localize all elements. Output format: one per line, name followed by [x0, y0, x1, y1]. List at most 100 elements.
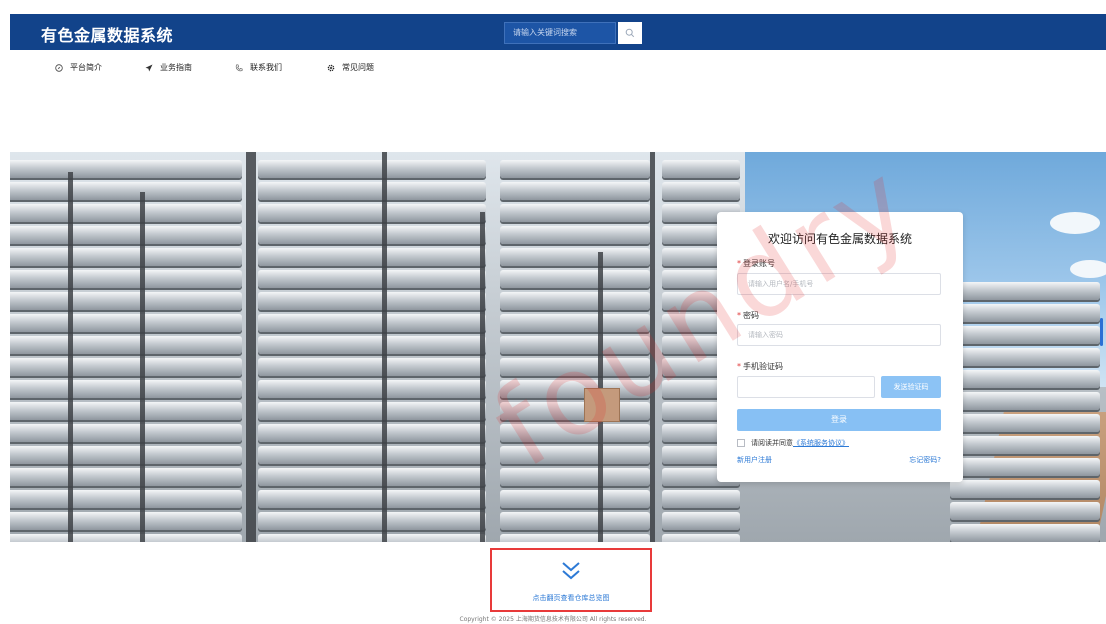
ingot-row	[10, 358, 242, 376]
scroll-indicator[interactable]	[1100, 318, 1103, 346]
ingot-row	[10, 314, 242, 332]
ingot-row	[258, 204, 486, 222]
ingot-row	[10, 182, 242, 200]
account-input[interactable]: 请输入用户名/手机号	[737, 273, 941, 295]
compass-icon	[55, 63, 63, 72]
ingot-row	[500, 160, 650, 178]
page: 有色金属数据系统 请输入关键词搜索 平台简介 业务指南 联系我们 常见问题 欢迎…	[0, 0, 1106, 624]
ingot-row	[662, 534, 740, 542]
sms-code-label-text: 手机验证码	[743, 362, 783, 371]
ingot-row	[500, 204, 650, 222]
ingot-row	[258, 314, 486, 332]
ingot-row	[258, 512, 486, 530]
ingot-row	[500, 512, 650, 530]
ingot-row	[500, 380, 650, 398]
ingot-row	[10, 468, 242, 486]
agreement-text: 请阅读并同意	[751, 439, 793, 447]
required-mark: *	[737, 362, 741, 371]
ingot-row	[258, 424, 486, 442]
nav-item-guide[interactable]: 业务指南	[145, 62, 192, 73]
ingot-row	[10, 204, 242, 222]
password-label-text: 密码	[743, 311, 759, 320]
ingot-row	[662, 160, 740, 178]
ingot-row	[950, 480, 1100, 498]
ingot-row	[10, 402, 242, 420]
ingot-row	[950, 304, 1100, 322]
view-overview-text: 点击翻页查看仓库总览图	[532, 594, 610, 602]
steel-strap	[246, 152, 256, 542]
nav-item-faq[interactable]: 常见问题	[327, 62, 374, 73]
steel-strap	[68, 172, 73, 542]
cargo-label-tag	[584, 388, 620, 422]
ingot-row	[500, 468, 650, 486]
send-code-button[interactable]: 发送验证码	[881, 376, 941, 398]
send-icon	[145, 64, 153, 71]
steel-strap	[650, 152, 655, 542]
view-overview-button[interactable]: 点击翻页查看仓库总览图	[490, 548, 652, 612]
ingot-row	[10, 534, 242, 542]
top-header: 有色金属数据系统 请输入关键词搜索	[10, 14, 1106, 50]
login-button[interactable]: 登录	[737, 409, 941, 431]
steel-strap	[382, 152, 387, 542]
login-title: 欢迎访问有色金属数据系统	[767, 232, 912, 246]
ingot-row	[258, 468, 486, 486]
ingot-row	[10, 160, 242, 178]
ingot-row	[258, 446, 486, 464]
search-input[interactable]: 请输入关键词搜索	[504, 22, 616, 44]
ingot-row	[10, 380, 242, 398]
ingot-row	[662, 490, 740, 508]
account-label: * 登录账号	[737, 258, 775, 269]
ingot-row	[500, 270, 650, 288]
gear-icon	[327, 64, 335, 71]
ingot-row	[10, 248, 242, 266]
ingot-row	[500, 490, 650, 508]
cloud	[1050, 212, 1100, 234]
agreement-checkbox[interactable]	[737, 439, 745, 447]
cloud	[1070, 260, 1106, 278]
required-mark: *	[737, 259, 741, 268]
ingot-row	[500, 182, 650, 200]
ingot-row	[500, 402, 650, 420]
ingot-row	[500, 446, 650, 464]
ingot-row	[500, 358, 650, 376]
nav-item-contact[interactable]: 联系我们	[235, 62, 282, 73]
agreement-row: 请阅读并同意 《系统服务协议》	[737, 438, 849, 448]
nav-label: 平台简介	[70, 63, 102, 72]
ingot-row	[258, 270, 486, 288]
search-icon	[625, 28, 635, 38]
password-input[interactable]: 请输入密码	[737, 324, 941, 346]
phone-icon	[235, 63, 243, 71]
sms-code-input[interactable]	[737, 376, 875, 398]
nav-label: 联系我们	[250, 63, 282, 72]
required-mark: *	[737, 311, 741, 320]
ingot-row	[258, 226, 486, 244]
search-button[interactable]	[618, 22, 642, 44]
ingot-row	[258, 402, 486, 420]
ingot-row	[10, 512, 242, 530]
ingot-row	[500, 314, 650, 332]
ingot-row	[662, 182, 740, 200]
ingot-row	[10, 336, 242, 354]
service-agreement-link[interactable]: 《系统服务协议》	[793, 438, 849, 448]
ingot-row	[950, 458, 1100, 476]
register-link[interactable]: 新用户注册	[737, 455, 772, 465]
account-label-text: 登录账号	[743, 259, 775, 268]
ingot-row	[950, 348, 1100, 366]
ingot-row	[10, 292, 242, 310]
steel-strap	[140, 192, 145, 542]
ingot-row	[258, 182, 486, 200]
site-logo[interactable]: 有色金属数据系统	[41, 22, 173, 46]
copyright-text: Copyright © 2025 上海期货信息技术有限公司 All rights…	[459, 616, 647, 623]
forgot-password-link[interactable]: 忘记密码?	[909, 455, 941, 465]
ingot-row	[10, 446, 242, 464]
nav-label: 业务指南	[160, 63, 192, 72]
nav-item-intro[interactable]: 平台简介	[55, 62, 102, 73]
double-chevron-down-icon	[562, 562, 580, 580]
ingot-row	[258, 248, 486, 266]
main-nav: 平台简介 业务指南 联系我们 常见问题	[0, 62, 1106, 82]
ingot-row	[500, 424, 650, 442]
ingot-row	[258, 336, 486, 354]
ingot-row	[950, 392, 1100, 410]
ingot-row	[500, 534, 650, 542]
ingot-row	[500, 226, 650, 244]
